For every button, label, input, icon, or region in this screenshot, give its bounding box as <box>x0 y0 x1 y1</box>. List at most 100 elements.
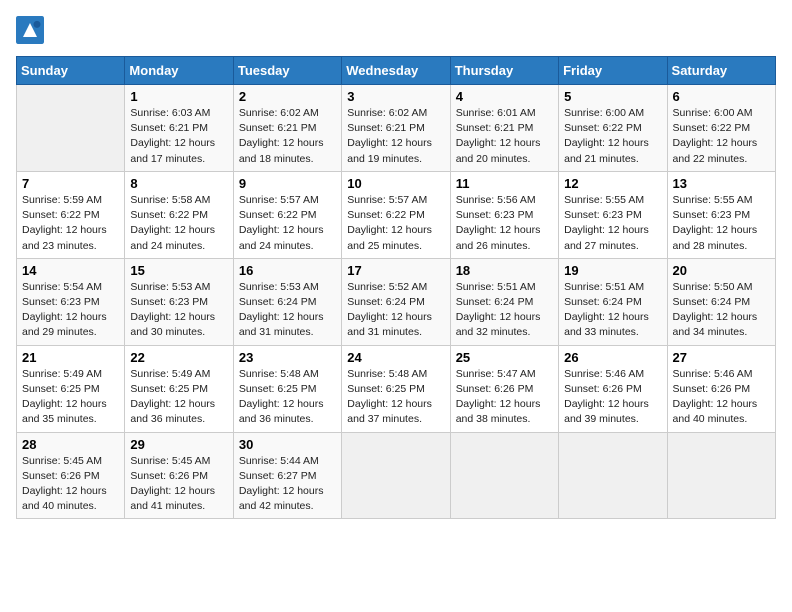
day-number: 28 <box>22 437 119 452</box>
calendar-cell: 19 Sunrise: 5:51 AMSunset: 6:24 PMDayligh… <box>559 258 667 345</box>
day-info: Sunrise: 5:51 AMSunset: 6:24 PMDaylight:… <box>456 280 553 341</box>
day-info: Sunrise: 6:01 AMSunset: 6:21 PMDaylight:… <box>456 106 553 167</box>
day-number: 6 <box>673 89 770 104</box>
col-header-tuesday: Tuesday <box>233 57 341 85</box>
day-info: Sunrise: 5:53 AMSunset: 6:23 PMDaylight:… <box>130 280 227 341</box>
logo <box>16 16 46 44</box>
day-number: 20 <box>673 263 770 278</box>
calendar-cell: 7 Sunrise: 5:59 AMSunset: 6:22 PMDaylight… <box>17 171 125 258</box>
day-info: Sunrise: 6:03 AMSunset: 6:21 PMDaylight:… <box>130 106 227 167</box>
day-info: Sunrise: 5:55 AMSunset: 6:23 PMDaylight:… <box>673 193 770 254</box>
day-number: 26 <box>564 350 661 365</box>
day-number: 27 <box>673 350 770 365</box>
calendar-cell: 3 Sunrise: 6:02 AMSunset: 6:21 PMDaylight… <box>342 85 450 172</box>
day-info: Sunrise: 5:59 AMSunset: 6:22 PMDaylight:… <box>22 193 119 254</box>
day-number: 16 <box>239 263 336 278</box>
day-info: Sunrise: 5:51 AMSunset: 6:24 PMDaylight:… <box>564 280 661 341</box>
calendar-cell: 20Sunrise: 5:50 AMSunset: 6:24 PMDayligh… <box>667 258 775 345</box>
day-info: Sunrise: 5:46 AMSunset: 6:26 PMDaylight:… <box>564 367 661 428</box>
calendar-cell <box>559 432 667 519</box>
day-info: Sunrise: 5:57 AMSunset: 6:22 PMDaylight:… <box>239 193 336 254</box>
day-number: 8 <box>130 176 227 191</box>
day-info: Sunrise: 5:45 AMSunset: 6:26 PMDaylight:… <box>22 454 119 515</box>
calendar-week-3: 14Sunrise: 5:54 AMSunset: 6:23 PMDayligh… <box>17 258 776 345</box>
calendar-cell: 24 Sunrise: 5:48 AMSunset: 6:25 PMDayligh… <box>342 345 450 432</box>
calendar-cell: 1 Sunrise: 6:03 AMSunset: 6:21 PMDaylight… <box>125 85 233 172</box>
day-number: 9 <box>239 176 336 191</box>
day-info: Sunrise: 6:02 AMSunset: 6:21 PMDaylight:… <box>347 106 444 167</box>
calendar-cell: 30Sunrise: 5:44 AMSunset: 6:27 PMDayligh… <box>233 432 341 519</box>
calendar-cell <box>342 432 450 519</box>
calendar-cell: 14Sunrise: 5:54 AMSunset: 6:23 PMDayligh… <box>17 258 125 345</box>
calendar-cell: 2 Sunrise: 6:02 AMSunset: 6:21 PMDaylight… <box>233 85 341 172</box>
day-info: Sunrise: 5:56 AMSunset: 6:23 PMDaylight:… <box>456 193 553 254</box>
day-info: Sunrise: 5:49 AMSunset: 6:25 PMDaylight:… <box>130 367 227 428</box>
calendar-cell: 8 Sunrise: 5:58 AMSunset: 6:22 PMDaylight… <box>125 171 233 258</box>
calendar-week-2: 7 Sunrise: 5:59 AMSunset: 6:22 PMDaylight… <box>17 171 776 258</box>
calendar-week-4: 21 Sunrise: 5:49 AMSunset: 6:25 PMDayligh… <box>17 345 776 432</box>
col-header-thursday: Thursday <box>450 57 558 85</box>
day-number: 1 <box>130 89 227 104</box>
day-number: 21 <box>22 350 119 365</box>
day-number: 23 <box>239 350 336 365</box>
day-info: Sunrise: 5:49 AMSunset: 6:25 PMDaylight:… <box>22 367 119 428</box>
day-number: 24 <box>347 350 444 365</box>
col-header-monday: Monday <box>125 57 233 85</box>
day-info: Sunrise: 5:57 AMSunset: 6:22 PMDaylight:… <box>347 193 444 254</box>
calendar-cell: 29 Sunrise: 5:45 AMSunset: 6:26 PMDayligh… <box>125 432 233 519</box>
calendar-cell: 10 Sunrise: 5:57 AMSunset: 6:22 PMDayligh… <box>342 171 450 258</box>
day-number: 29 <box>130 437 227 452</box>
calendar-week-5: 28 Sunrise: 5:45 AMSunset: 6:26 PMDayligh… <box>17 432 776 519</box>
day-number: 4 <box>456 89 553 104</box>
day-info: Sunrise: 6:02 AMSunset: 6:21 PMDaylight:… <box>239 106 336 167</box>
calendar-cell: 25 Sunrise: 5:47 AMSunset: 6:26 PMDayligh… <box>450 345 558 432</box>
calendar-cell: 6 Sunrise: 6:00 AMSunset: 6:22 PMDaylight… <box>667 85 775 172</box>
calendar-cell: 26 Sunrise: 5:46 AMSunset: 6:26 PMDayligh… <box>559 345 667 432</box>
day-number: 25 <box>456 350 553 365</box>
day-info: Sunrise: 5:55 AMSunset: 6:23 PMDaylight:… <box>564 193 661 254</box>
day-number: 7 <box>22 176 119 191</box>
day-number: 10 <box>347 176 444 191</box>
calendar-cell: 22 Sunrise: 5:49 AMSunset: 6:25 PMDayligh… <box>125 345 233 432</box>
day-number: 13 <box>673 176 770 191</box>
calendar-cell: 18Sunrise: 5:51 AMSunset: 6:24 PMDayligh… <box>450 258 558 345</box>
calendar-cell: 21 Sunrise: 5:49 AMSunset: 6:25 PMDayligh… <box>17 345 125 432</box>
calendar-cell: 4 Sunrise: 6:01 AMSunset: 6:21 PMDaylight… <box>450 85 558 172</box>
day-info: Sunrise: 5:47 AMSunset: 6:26 PMDaylight:… <box>456 367 553 428</box>
calendar-cell <box>17 85 125 172</box>
page-header <box>16 16 776 44</box>
day-info: Sunrise: 6:00 AMSunset: 6:22 PMDaylight:… <box>673 106 770 167</box>
calendar-cell: 11 Sunrise: 5:56 AMSunset: 6:23 PMDayligh… <box>450 171 558 258</box>
calendar-cell: 28 Sunrise: 5:45 AMSunset: 6:26 PMDayligh… <box>17 432 125 519</box>
calendar-table: SundayMondayTuesdayWednesdayThursdayFrid… <box>16 56 776 519</box>
day-info: Sunrise: 5:48 AMSunset: 6:25 PMDaylight:… <box>347 367 444 428</box>
calendar-cell: 5 Sunrise: 6:00 AMSunset: 6:22 PMDaylight… <box>559 85 667 172</box>
calendar-cell: 15Sunrise: 5:53 AMSunset: 6:23 PMDayligh… <box>125 258 233 345</box>
day-info: Sunrise: 6:00 AMSunset: 6:22 PMDaylight:… <box>564 106 661 167</box>
day-number: 5 <box>564 89 661 104</box>
calendar-cell: 23 Sunrise: 5:48 AMSunset: 6:25 PMDayligh… <box>233 345 341 432</box>
day-info: Sunrise: 5:54 AMSunset: 6:23 PMDaylight:… <box>22 280 119 341</box>
calendar-cell: 13 Sunrise: 5:55 AMSunset: 6:23 PMDayligh… <box>667 171 775 258</box>
calendar-cell: 17 Sunrise: 5:52 AMSunset: 6:24 PMDayligh… <box>342 258 450 345</box>
day-number: 11 <box>456 176 553 191</box>
calendar-cell: 16Sunrise: 5:53 AMSunset: 6:24 PMDayligh… <box>233 258 341 345</box>
col-header-friday: Friday <box>559 57 667 85</box>
day-info: Sunrise: 5:52 AMSunset: 6:24 PMDaylight:… <box>347 280 444 341</box>
col-header-sunday: Sunday <box>17 57 125 85</box>
day-number: 30 <box>239 437 336 452</box>
calendar-week-1: 1 Sunrise: 6:03 AMSunset: 6:21 PMDaylight… <box>17 85 776 172</box>
col-header-wednesday: Wednesday <box>342 57 450 85</box>
day-number: 3 <box>347 89 444 104</box>
day-info: Sunrise: 5:48 AMSunset: 6:25 PMDaylight:… <box>239 367 336 428</box>
day-info: Sunrise: 5:58 AMSunset: 6:22 PMDaylight:… <box>130 193 227 254</box>
day-number: 17 <box>347 263 444 278</box>
day-number: 12 <box>564 176 661 191</box>
day-info: Sunrise: 5:45 AMSunset: 6:26 PMDaylight:… <box>130 454 227 515</box>
calendar-cell: 12 Sunrise: 5:55 AMSunset: 6:23 PMDayligh… <box>559 171 667 258</box>
day-number: 22 <box>130 350 227 365</box>
day-number: 19 <box>564 263 661 278</box>
day-number: 2 <box>239 89 336 104</box>
calendar-cell <box>450 432 558 519</box>
calendar-cell: 27Sunrise: 5:46 AMSunset: 6:26 PMDayligh… <box>667 345 775 432</box>
